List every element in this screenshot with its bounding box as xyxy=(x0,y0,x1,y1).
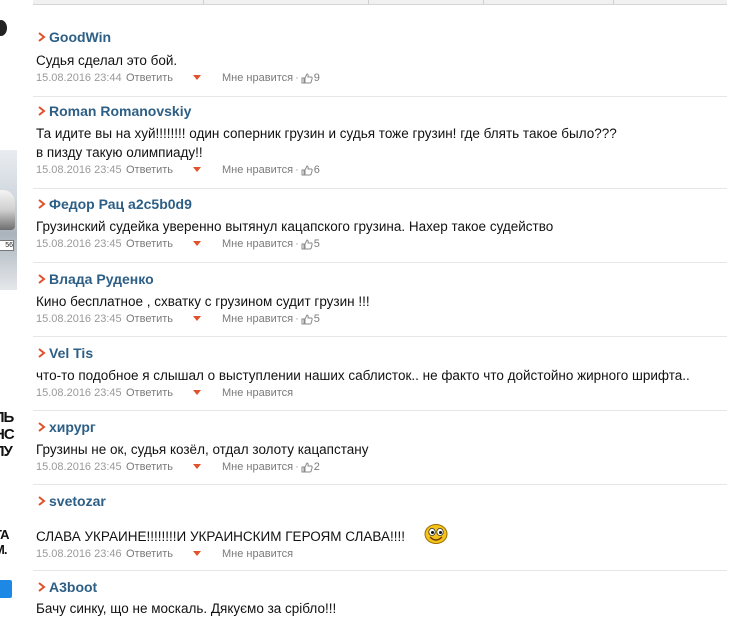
like-link[interactable]: Мне нравится xyxy=(222,238,293,250)
comment-author[interactable]: Vel Tis xyxy=(49,345,93,361)
caret-down-icon[interactable] xyxy=(192,164,222,176)
comment: Влада Руденко Кино бесплатное , схватку … xyxy=(36,270,736,327)
like-count: 2 xyxy=(313,461,320,473)
comment-text: что-то подобное я слышал о выступлении н… xyxy=(36,368,690,383)
triangle-right-icon xyxy=(36,105,46,117)
reply-link[interactable]: Ответить xyxy=(126,72,192,84)
comment-date: 15.08.2016 23:45 xyxy=(36,164,122,176)
like-count: 9 xyxy=(313,72,320,84)
top-tab-bar xyxy=(33,0,727,5)
ad-text-line: М. xyxy=(0,542,7,557)
comment-text: Та идите вы на хуй!!!!!!!! один соперник… xyxy=(36,126,617,141)
ad-text-line: ТА xyxy=(0,527,9,542)
like-count: 6 xyxy=(313,164,320,176)
comment-text: в пизду такую олимпиаду!! xyxy=(36,145,203,160)
triangle-right-icon xyxy=(36,581,46,593)
divider xyxy=(33,336,727,337)
comment: Федор Рац a2c5b0d9 Грузинский судейка ув… xyxy=(36,195,736,252)
reply-link[interactable]: Ответить xyxy=(126,548,192,560)
comment: А3boot Бачу синку, що не москаль. Дякуєм… xyxy=(36,578,736,618)
smiley-icon xyxy=(423,523,449,550)
comment-meta: 15.08.2016 23:46 Ответить Мне нравится xyxy=(36,546,736,562)
ad-logo xyxy=(0,20,7,36)
comment-author[interactable]: GoodWin xyxy=(49,29,111,45)
comment-body: СЛАВА УКРАИНЕ!!!!!!!!И УКРАИНСКИМ ГЕРОЯМ… xyxy=(36,523,736,546)
like-link[interactable]: Мне нравится xyxy=(222,548,293,560)
triangle-right-icon xyxy=(36,421,46,433)
comment-author[interactable]: хирург xyxy=(49,419,96,435)
triangle-right-icon xyxy=(36,495,46,507)
caret-down-icon[interactable] xyxy=(192,548,222,560)
reply-link[interactable]: Ответить xyxy=(126,387,192,399)
comment-text: Бачу синку, що не москаль. Дякуємо за ср… xyxy=(36,601,337,616)
comment-author[interactable]: svetozar xyxy=(49,493,106,509)
comment-author[interactable]: Влада Руденко xyxy=(49,271,154,287)
divider xyxy=(33,188,727,189)
divider xyxy=(33,410,727,411)
like-link[interactable]: Мне нравится xyxy=(222,164,293,176)
like-link[interactable]: Мне нравится xyxy=(222,313,293,325)
comment-meta: 15.08.2016 23:45 Ответить Мне нравится ·… xyxy=(36,313,320,325)
ad-button[interactable] xyxy=(0,580,12,598)
ad-car-image xyxy=(0,190,15,230)
comment-author[interactable]: Федор Рац a2c5b0d9 xyxy=(49,196,192,212)
ad-text-line: ЛУ xyxy=(0,443,13,460)
divider xyxy=(33,570,727,571)
triangle-right-icon xyxy=(36,347,46,359)
comment-text: Судья сделал это бой. xyxy=(36,53,178,68)
comment: GoodWin Судья сделал это бой. 15.08.2016… xyxy=(36,28,736,86)
comment-date: 15.08.2016 23:45 xyxy=(36,313,122,325)
ad-text-line: НС xyxy=(0,426,15,443)
comment-date: 15.08.2016 23:44 xyxy=(36,72,122,84)
thumbs-up-icon[interactable] xyxy=(301,72,313,84)
thumbs-up-icon[interactable] xyxy=(301,313,313,325)
like-count: 5 xyxy=(313,238,320,250)
caret-down-icon[interactable] xyxy=(192,387,222,399)
comment-text: Кино бесплатное , схватку с грузином суд… xyxy=(36,294,370,309)
comment-meta: 15.08.2016 23:44 Ответить Мне нравится ·… xyxy=(36,72,320,84)
comment-date: 15.08.2016 23:45 xyxy=(36,238,122,250)
divider xyxy=(33,96,727,97)
thumbs-up-icon[interactable] xyxy=(301,238,313,250)
ad-text-line: ЛЬ xyxy=(0,409,14,426)
comment-date: 15.08.2016 23:45 xyxy=(36,387,122,399)
triangle-right-icon xyxy=(36,273,46,285)
comment: хирург Грузины не ок, судья козёл, отдал… xyxy=(36,418,736,475)
comment-meta: 15.08.2016 23:45 Ответить Мне нравится ·… xyxy=(36,238,320,250)
divider xyxy=(33,484,727,485)
comment-text: Грузины не ок, судья козёл, отдал золоту… xyxy=(36,442,369,457)
like-count: 5 xyxy=(313,313,320,325)
reply-link[interactable]: Ответить xyxy=(126,313,192,325)
caret-down-icon[interactable] xyxy=(192,461,222,473)
comment-author[interactable]: А3boot xyxy=(49,579,97,595)
comment-meta: 15.08.2016 23:45 Ответить Мне нравится ·… xyxy=(36,461,320,473)
comment-date: 15.08.2016 23:45 xyxy=(36,461,122,473)
thumbs-up-icon[interactable] xyxy=(301,164,313,176)
triangle-right-icon xyxy=(36,31,46,43)
comment-author[interactable]: Roman Romanovskiy xyxy=(49,103,191,119)
divider xyxy=(33,262,727,263)
like-link[interactable]: Мне нравится xyxy=(222,72,293,84)
comment: svetozar СЛАВА УКРАИНЕ!!!!!!!!И УКРАИНСК… xyxy=(36,492,736,562)
reply-link[interactable]: Ответить xyxy=(126,461,192,473)
like-link[interactable]: Мне нравится xyxy=(222,461,293,473)
triangle-right-icon xyxy=(36,198,46,210)
ad-plate: 56 xyxy=(0,240,14,251)
comment-date: 15.08.2016 23:46 xyxy=(36,548,122,560)
comment: Vel Tis что-то подобное я слышал о высту… xyxy=(36,344,736,401)
like-link[interactable]: Мне нравится xyxy=(222,387,293,399)
comment-meta: 15.08.2016 23:45 Ответить Мне нравится ·… xyxy=(36,164,320,176)
comment-meta: 15.08.2016 23:45 Ответить Мне нравится xyxy=(36,385,736,401)
comment-text: СЛАВА УКРАИНЕ!!!!!!!!И УКРАИНСКИМ ГЕРОЯМ… xyxy=(36,528,405,544)
comment-text: Грузинский судейка уверенно вытянул каца… xyxy=(36,219,554,234)
comment: Roman Romanovskiy Та идите вы на хуй!!!!… xyxy=(36,102,736,178)
thumbs-up-icon[interactable] xyxy=(301,461,313,473)
caret-down-icon[interactable] xyxy=(192,72,222,84)
reply-link[interactable]: Ответить xyxy=(126,164,192,176)
caret-down-icon[interactable] xyxy=(192,238,222,250)
caret-down-icon[interactable] xyxy=(192,313,222,325)
reply-link[interactable]: Ответить xyxy=(126,238,192,250)
side-advertisement[interactable]: 56 ЛЬ НС ЛУ ТА М. xyxy=(0,0,17,636)
